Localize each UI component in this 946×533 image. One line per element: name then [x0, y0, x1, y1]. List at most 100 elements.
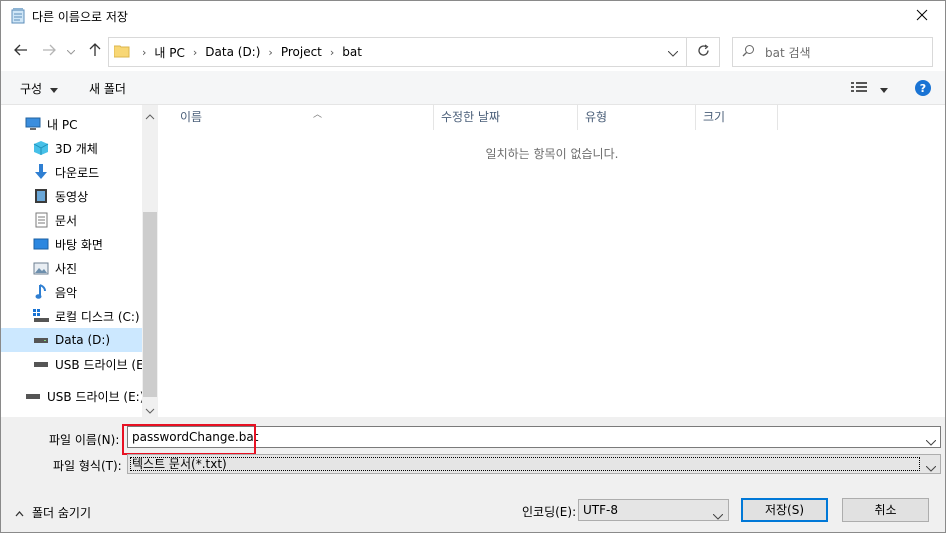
breadcrumb-item[interactable]: bat: [342, 45, 362, 59]
sidebar-item-usb-drive-e[interactable]: USB 드라이브 (E:): [1, 352, 142, 376]
details-view-icon: [851, 82, 867, 96]
sidebar-item-videos[interactable]: 동영상: [1, 184, 142, 208]
refresh-icon: [697, 44, 710, 60]
sidebar-item-downloads[interactable]: 다운로드: [1, 160, 142, 184]
help-button[interactable]: ?: [915, 80, 931, 96]
sidebar-item-label: USB 드라이브 (E:): [55, 357, 142, 372]
download-arrow-icon: [33, 164, 49, 180]
window-title: 다른 이름으로 저장: [32, 9, 128, 24]
address-dropdown-icon[interactable]: [667, 46, 679, 60]
cube-3d-icon: [33, 140, 49, 156]
up-button[interactable]: [85, 41, 105, 61]
filetype-label: 파일 형식(T):: [53, 459, 122, 473]
picture-icon: [33, 260, 49, 276]
sidebar-item-3d-objects[interactable]: 3D 개체: [1, 136, 142, 160]
sidebar-item-label: 3D 개체: [55, 141, 98, 156]
filetype-select[interactable]: 텍스트 문서(*.txt): [127, 454, 941, 474]
scroll-down-icon[interactable]: [145, 403, 155, 417]
chevron-down-icon[interactable]: [925, 432, 937, 452]
sidebar-item-this-pc[interactable]: 내 PC: [1, 112, 142, 136]
cancel-button[interactable]: 취소: [842, 498, 929, 522]
desktop-icon: [33, 236, 49, 252]
sidebar-item-label: 사진: [55, 261, 78, 276]
breadcrumb-chevron-icon: ›: [329, 45, 335, 59]
filename-label: 파일 이름(N):: [49, 433, 120, 447]
pc-icon: [25, 116, 41, 132]
sidebar-item-label: 문서: [55, 213, 78, 228]
local-disk-icon: [33, 308, 49, 324]
column-header-type[interactable]: 유형: [578, 105, 696, 130]
music-icon: [33, 284, 49, 300]
sidebar-item-usb-drive-e-root[interactable]: USB 드라이브 (E:): [1, 384, 142, 408]
save-form: 파일 이름(N): passwordChange.bat 파일 형식(T): 텍…: [1, 417, 945, 532]
save-button[interactable]: 저장(S): [741, 498, 828, 522]
breadcrumb-chevron-icon: ›: [192, 45, 198, 59]
search-icon: [742, 44, 755, 60]
drive-icon: [33, 332, 49, 348]
sidebar-item-label: 바탕 화면: [55, 237, 103, 252]
filetype-value: 텍스트 문서(*.txt): [132, 457, 227, 471]
address-bar[interactable]: › 내 PC › Data (D:) › Project › bat: [108, 37, 687, 67]
focus-rectangle: [130, 457, 920, 471]
organize-label: 구성: [20, 82, 43, 96]
back-button[interactable]: [11, 41, 31, 61]
scrollbar-thumb[interactable]: [143, 212, 157, 397]
search-placeholder: bat 검색: [765, 45, 811, 60]
hide-folders-toggle[interactable]: 폴더 숨기기: [15, 504, 91, 521]
sidebar-item-local-disk-c[interactable]: 로컬 디스크 (C:): [1, 304, 142, 328]
chevron-down-icon[interactable]: [925, 459, 937, 477]
chevron-down-icon: [879, 82, 888, 96]
sidebar-item-data-d[interactable]: Data (D:): [1, 328, 142, 352]
close-button[interactable]: [899, 1, 945, 31]
recent-locations-button[interactable]: [64, 41, 78, 61]
chevron-up-icon: [15, 506, 24, 520]
command-toolbar: 구성 새 폴더 ?: [1, 71, 945, 105]
breadcrumb-chevron-icon: ›: [142, 45, 147, 59]
usb-drive-icon: [33, 356, 49, 372]
sidebar-item-documents[interactable]: 문서: [1, 208, 142, 232]
breadcrumb-item[interactable]: Data (D:): [205, 45, 260, 59]
column-header-date-modified[interactable]: 수정한 날짜: [434, 105, 578, 130]
navigation-pane: 내 PC 3D 개체 다운로드 동영상 문서 바탕 화면 사진 음악 로컬 디스…: [1, 105, 158, 417]
empty-folder-message: 일치하는 항목이 없습니다.: [485, 147, 619, 161]
sidebar-item-desktop[interactable]: 바탕 화면: [1, 232, 142, 256]
encoding-label: 인코딩(E):: [522, 505, 577, 519]
up-arrow-icon: [89, 42, 101, 60]
sidebar-item-label: 음악: [55, 285, 78, 300]
hide-folders-label: 폴더 숨기기: [32, 506, 92, 520]
chevron-down-icon[interactable]: [712, 506, 724, 526]
new-folder-button[interactable]: 새 폴더: [89, 80, 126, 97]
sidebar-item-pictures[interactable]: 사진: [1, 256, 142, 280]
file-list[interactable]: ︿ 이름 수정한 날짜 유형 크기 일치하는 항목이 없습니다.: [159, 105, 945, 417]
navigation-scrollbar[interactable]: [142, 105, 158, 417]
refresh-button[interactable]: [687, 37, 720, 67]
search-input[interactable]: bat 검색: [732, 37, 933, 67]
sort-ascending-icon: ︿: [313, 110, 323, 120]
column-header-name[interactable]: ︿ 이름: [173, 105, 434, 130]
close-icon: [916, 9, 928, 24]
view-options-button[interactable]: [851, 82, 888, 96]
encoding-value: UTF-8: [583, 503, 618, 517]
chevron-down-icon: [49, 82, 58, 96]
forward-button[interactable]: [39, 41, 59, 61]
column-header-label: 이름: [180, 110, 203, 124]
sidebar-item-label: USB 드라이브 (E:): [47, 389, 142, 404]
navigation-row: › 내 PC › Data (D:) › Project › bat bat 검…: [1, 35, 945, 69]
organize-button[interactable]: 구성: [20, 80, 58, 97]
sidebar-item-music[interactable]: 음악: [1, 280, 142, 304]
forward-arrow-icon: [42, 44, 56, 59]
usb-drive-icon: [25, 388, 41, 404]
breadcrumb-item[interactable]: 내 PC: [154, 44, 184, 61]
sidebar-item-label: Data (D:): [55, 333, 111, 347]
scroll-up-icon[interactable]: [145, 109, 155, 123]
column-header-size[interactable]: 크기: [696, 105, 778, 130]
breadcrumb-chevron-icon: ›: [268, 45, 273, 59]
title-bar: 다른 이름으로 저장: [1, 1, 945, 31]
notepad-icon: [10, 8, 26, 24]
sidebar-item-label: 로컬 디스크 (C:): [55, 309, 140, 324]
encoding-select[interactable]: UTF-8: [578, 499, 729, 521]
document-icon: [33, 212, 49, 228]
sidebar-item-label: 다운로드: [55, 165, 100, 180]
highlight-annotation-box: [122, 424, 256, 455]
breadcrumb-item[interactable]: Project: [281, 45, 322, 59]
